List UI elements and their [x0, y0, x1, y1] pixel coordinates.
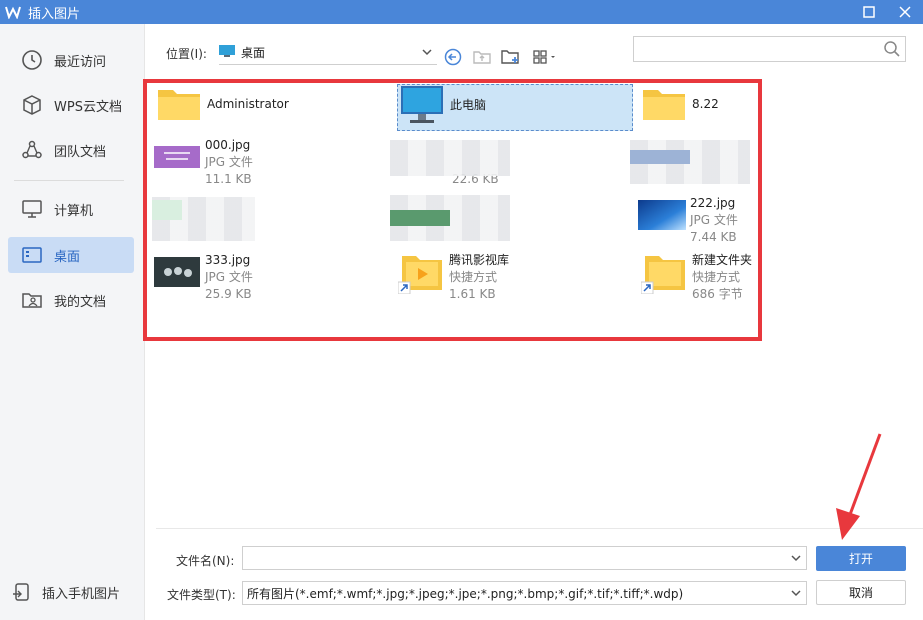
blurred-region: [152, 200, 182, 220]
desktop-small-icon: [219, 44, 235, 61]
blurred-region: [630, 150, 690, 164]
file-name: 腾讯影视库: [449, 253, 510, 267]
sidebar-bottom-label: 插入手机图片: [42, 586, 121, 602]
file-name: 8.22: [692, 97, 719, 111]
file-size: 1.61 KB: [449, 287, 496, 301]
file-type: JPG 文件: [690, 213, 738, 227]
sidebar-item-recent[interactable]: 最近访问: [8, 42, 134, 78]
back-arrow-icon: [444, 48, 462, 66]
folder-icon: [155, 84, 203, 124]
insert-phone-image-button[interactable]: 插入手机图片: [0, 574, 145, 610]
file-item-333-jpg[interactable]: 333.jpg JPG 文件 25.9 KB: [153, 252, 253, 302]
up-folder-icon: [473, 51, 491, 64]
chevron-down-icon[interactable]: [790, 552, 802, 567]
location-select[interactable]: 桌面: [219, 41, 437, 65]
pc-icon: [398, 85, 446, 125]
location-label: 位置(I):: [166, 47, 207, 61]
filetype-value: 所有图片(*.emf;*.wmf;*.jpg;*.jpeg;*.jpe;*.pn…: [247, 586, 684, 601]
filetype-select[interactable]: 所有图片(*.emf;*.wmf;*.jpg;*.jpeg;*.jpe;*.pn…: [242, 581, 807, 605]
back-button[interactable]: [442, 46, 464, 68]
sidebar-item-label: 桌面: [54, 249, 81, 265]
window-title: 插入图片: [28, 6, 81, 22]
sidebar-item-label: 团队文档: [54, 144, 107, 160]
file-name: 333.jpg: [205, 253, 251, 267]
file-size: 686 字节: [692, 287, 743, 301]
annotation-arrow-icon: [836, 433, 882, 540]
sidebar-item-label: WPS云文档: [54, 99, 122, 115]
file-item-this-pc[interactable]: 此电脑: [397, 84, 633, 131]
up-folder-button[interactable]: [471, 46, 493, 68]
team-icon: [20, 138, 44, 162]
maximize-icon: [863, 6, 875, 18]
chevron-down-icon: [790, 587, 802, 602]
blurred-region: [390, 210, 450, 226]
filename-label: 文件名(N):: [176, 554, 235, 568]
new-folder-button[interactable]: [500, 46, 522, 68]
wps-logo-icon: [2, 0, 24, 24]
cube-icon: [20, 93, 44, 117]
file-name: 000.jpg: [205, 138, 251, 152]
file-name: Administrator: [207, 97, 289, 111]
sidebar-item-my-docs[interactable]: 我的文档: [8, 282, 134, 318]
file-name: 此电脑: [450, 98, 487, 112]
filename-input[interactable]: [242, 546, 807, 570]
file-item-administrator[interactable]: Administrator: [155, 84, 289, 134]
monitor-icon: [20, 197, 44, 221]
sidebar-divider: [14, 180, 124, 181]
file-size: 11.1 KB: [205, 172, 252, 186]
search-icon: [883, 40, 901, 62]
file-item-222-jpg[interactable]: 222.jpg JPG 文件 7.44 KB: [638, 195, 738, 245]
file-type: 快捷方式: [449, 270, 498, 284]
sidebar-item-label: 最近访问: [54, 54, 107, 70]
file-type: 快捷方式: [692, 270, 741, 284]
new-folder-icon: [501, 50, 519, 64]
close-icon: [899, 6, 911, 18]
shortcut-video-folder-icon: [397, 252, 445, 294]
sidebar-item-desktop[interactable]: 桌面: [8, 237, 134, 273]
search-box[interactable]: [633, 36, 906, 62]
file-item-tencent-video[interactable]: 腾讯影视库 快捷方式 1.61 KB: [397, 252, 509, 302]
title-bar: 插入图片: [0, 0, 923, 24]
sidebar-item-wps-cloud[interactable]: WPS云文档: [8, 87, 134, 123]
file-item-000-jpg[interactable]: 000.jpg JPG 文件 11.1 KB: [153, 137, 253, 187]
file-name: 新建文件夹: [692, 253, 753, 267]
grid-view-icon: [533, 50, 555, 64]
image-thumbnail-icon: [153, 252, 201, 292]
file-name: 222.jpg: [690, 196, 736, 210]
view-mode-button[interactable]: [531, 46, 559, 68]
cancel-button[interactable]: 取消: [816, 580, 906, 605]
sidebar: 最近访问 WPS云文档 团队文档 计算机 桌面 我的文档 插入手机图片: [0, 24, 145, 620]
sidebar-item-label: 计算机: [54, 203, 94, 219]
phone-import-icon: [10, 580, 34, 604]
image-thumbnail-icon: [638, 195, 686, 235]
file-size: 7.44 KB: [690, 230, 737, 244]
close-button[interactable]: [887, 0, 923, 24]
blurred-region: [390, 140, 510, 176]
sidebar-item-team-docs[interactable]: 团队文档: [8, 132, 134, 168]
my-docs-icon: [20, 288, 44, 312]
sidebar-item-computer[interactable]: 计算机: [8, 191, 134, 227]
chevron-down-icon: [421, 46, 433, 62]
image-thumbnail-icon: [153, 137, 201, 177]
bottom-divider: [156, 528, 923, 529]
maximize-button[interactable]: [851, 0, 887, 24]
open-button[interactable]: 打开: [816, 546, 906, 571]
file-type: JPG 文件: [205, 270, 253, 284]
file-size: 25.9 KB: [205, 287, 252, 301]
file-item-new-folder[interactable]: 新建文件夹 快捷方式 686 字节: [640, 252, 752, 302]
shortcut-folder-icon: [640, 252, 688, 294]
clock-icon: [20, 48, 44, 72]
location-value: 桌面: [241, 46, 266, 60]
folder-icon: [640, 84, 688, 124]
desktop-icon: [20, 243, 44, 267]
file-type: JPG 文件: [205, 155, 253, 169]
filetype-label: 文件类型(T):: [167, 588, 236, 602]
file-item-8-22[interactable]: 8.22: [640, 84, 719, 134]
sidebar-item-label: 我的文档: [54, 294, 107, 310]
